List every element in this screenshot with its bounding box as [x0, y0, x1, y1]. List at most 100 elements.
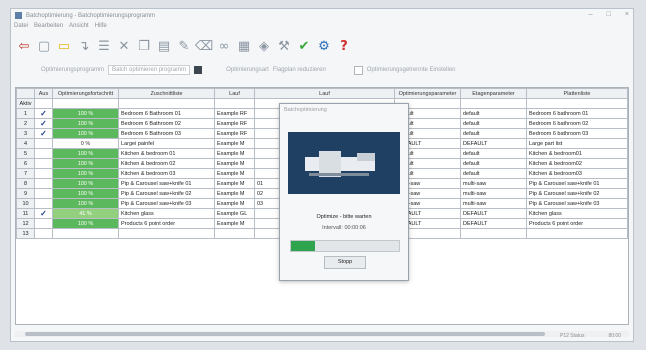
active-checkbox[interactable]	[34, 138, 53, 149]
list-cell: Bedroom 6 Bathroom 03	[118, 128, 215, 139]
progress-dialog: Batchoptimierung Optimize - bitte warten…	[279, 103, 409, 281]
row-number: 6	[16, 158, 35, 169]
row-number: 12	[16, 218, 35, 229]
plate-cell	[526, 228, 628, 239]
app-icon	[15, 12, 22, 19]
active-checkbox[interactable]	[34, 168, 53, 179]
optimization-progress	[290, 240, 400, 252]
maximize-button[interactable]: □	[607, 11, 611, 18]
active-checkbox[interactable]: ✓	[34, 118, 53, 129]
row-number: 13	[16, 228, 35, 239]
list-cell: Kitchen & bedroom 03	[118, 168, 215, 179]
plate-cell: Kitchen glass	[526, 208, 628, 219]
col-stage[interactable]: Etagenparameter	[460, 88, 527, 99]
active-checkbox[interactable]: ✓	[34, 128, 53, 139]
database-icon[interactable]: ▦	[235, 37, 253, 55]
paste-icon[interactable]: ▤	[155, 37, 173, 55]
run-cell: Example M	[214, 148, 255, 159]
checkmark-icon[interactable]: ✔	[295, 37, 313, 55]
filter-label-type: Optimierungsart	[226, 67, 269, 73]
plate-cell: Kitchen & bedroom02	[526, 158, 628, 169]
delete-icon[interactable]: ✕	[115, 37, 133, 55]
plate-cell: Products 6 point order	[526, 218, 628, 229]
link-icon[interactable]: ∞	[215, 37, 233, 55]
active-checkbox[interactable]	[34, 148, 53, 159]
list-icon[interactable]: ☰	[95, 37, 113, 55]
menu-hilfe[interactable]: Hilfe	[95, 23, 107, 32]
open-icon[interactable]: ▭	[55, 37, 73, 55]
plate-cell: Bedroom 6 bathroom 02	[526, 118, 628, 129]
list-cell: Kitchen & bedroom 01	[118, 148, 215, 159]
active-checkbox[interactable]	[34, 178, 53, 189]
run-cell: Example M	[214, 138, 255, 149]
run-cell: Example RF	[214, 108, 255, 119]
active-row-label: Aktiv	[16, 98, 35, 109]
stage-cell	[460, 228, 527, 239]
menu-bearbeiten[interactable]: Bearbeiten	[34, 23, 63, 32]
run-cell: Example M	[214, 218, 255, 229]
row-number: 2	[16, 118, 35, 129]
list-cell: Bedroom 6 Bathroom 01	[118, 108, 215, 119]
menu-datei[interactable]: Datei	[14, 23, 28, 32]
eraser-icon[interactable]: ⌫	[195, 37, 213, 55]
active-checkbox[interactable]: ✓	[34, 208, 53, 219]
progress-cell: 0 %	[52, 138, 119, 149]
import-icon[interactable]: ↴	[75, 37, 93, 55]
active-checkbox[interactable]	[34, 228, 53, 239]
col-run1[interactable]: Lauf	[214, 88, 255, 99]
list-cell: Kitchen glass	[118, 208, 215, 219]
col-aus[interactable]: Aus	[34, 88, 53, 99]
filter-bar: Optimierungsprogramm Batch optimieren pr…	[41, 65, 456, 75]
saw-machine-icon	[305, 151, 375, 177]
col-run2[interactable]: Lauf	[254, 88, 395, 99]
col-list[interactable]: Zuschnittliste	[118, 88, 215, 99]
dialog-message: Optimize - bitte warten	[316, 214, 372, 220]
col-param[interactable]: Optimierungsparameter	[394, 88, 461, 99]
run-cell: Example M	[214, 178, 255, 189]
run-cell: Example GL	[214, 208, 255, 219]
row-number: 7	[16, 168, 35, 179]
plate-cell: Kitchen & bedroom03	[526, 168, 628, 179]
optimize-icon[interactable]: ◈	[255, 37, 273, 55]
plate-cell: Pip & Carousel saw+knife 02	[526, 188, 628, 199]
separate-settings-label: Optimierungsgetrennte Einstellen	[366, 67, 456, 73]
progress-cell: 100 %	[52, 108, 119, 119]
edit-icon[interactable]: ✎	[175, 37, 193, 55]
separate-settings-checkbox[interactable]	[353, 65, 363, 75]
type-select[interactable]: Flagplan reduzieren	[273, 67, 326, 73]
plate-cell: Bedroom 6 bathroom 01	[526, 108, 628, 119]
progress-cell: 100 %	[52, 158, 119, 169]
program-select[interactable]: Batch optimieren programm	[108, 65, 191, 75]
active-checkbox[interactable]	[34, 188, 53, 199]
new-icon[interactable]: ▢	[35, 37, 53, 55]
settings-icon[interactable]: ⚙	[315, 37, 333, 55]
row-number: 10	[16, 198, 35, 209]
app-window: Batchoptimierung - Batchoptimierungsprog…	[10, 8, 634, 342]
copy-icon[interactable]: ❐	[135, 37, 153, 55]
stop-button[interactable]: Stopp	[324, 256, 366, 269]
stage-cell: DEFAULT	[460, 138, 527, 149]
stage-cell: default	[460, 158, 527, 169]
active-checkbox[interactable]: ✓	[34, 108, 53, 119]
minimize-button[interactable]: –	[589, 11, 593, 18]
program-browse-button[interactable]	[194, 66, 203, 74]
active-checkbox[interactable]	[34, 218, 53, 229]
list-cell: Products 6 point order	[118, 218, 215, 229]
active-checkbox[interactable]	[34, 158, 53, 169]
menu-ansicht[interactable]: Ansicht	[69, 23, 89, 32]
exit-icon[interactable]: ⇦	[15, 37, 33, 55]
stage-cell: default	[460, 118, 527, 129]
close-button[interactable]: ×	[625, 11, 629, 18]
col-plate[interactable]: Plattenliste	[526, 88, 628, 99]
help-icon[interactable]: ?	[335, 37, 353, 55]
run-cell: Example M	[214, 198, 255, 209]
row-number: 4	[16, 138, 35, 149]
tools-icon[interactable]: ⚒	[275, 37, 293, 55]
col-progress[interactable]: Optimierungsfortschritt	[52, 88, 119, 99]
active-checkbox[interactable]	[34, 198, 53, 209]
toolbar: ⇦ ▢ ▭ ↴ ☰ ✕ ❐ ▤ ✎ ⌫ ∞ ▦ ◈ ⚒ ✔ ⚙ ?	[15, 35, 353, 57]
stage-cell: default	[460, 168, 527, 179]
progress-cell: 100 %	[52, 118, 119, 129]
dialog-interval: Intervall: 00:00:06	[322, 225, 366, 231]
list-cell: Largei painfel	[118, 138, 215, 149]
